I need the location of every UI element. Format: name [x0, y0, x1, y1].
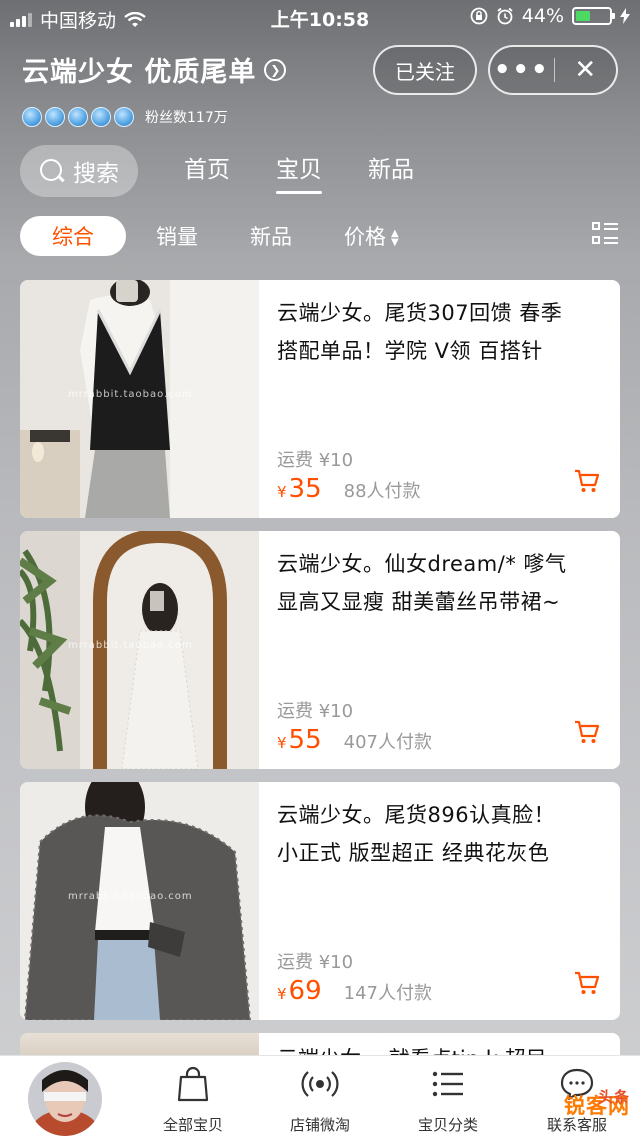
tab-home[interactable]: 首页: [184, 150, 230, 192]
product-price: 35: [288, 474, 322, 504]
product-title-line: 云端少女。仙女dream/* 嗲气: [277, 552, 567, 576]
product-title-line: 云端少女。尾货307回馈 春季: [277, 301, 563, 325]
bottom-tab-bar: 全部宝贝 店铺微淘 宝贝分类 联系客服: [0, 1055, 640, 1138]
close-button[interactable]: ✕: [554, 48, 616, 92]
tab-label: 店铺微淘: [289, 1116, 350, 1134]
search-icon: [39, 158, 65, 184]
shipping-fee: 运费 ¥10: [277, 701, 354, 722]
sold-count: 407人付款: [343, 732, 432, 753]
avatar-image: [28, 1062, 102, 1136]
currency-symbol: ¥: [277, 985, 287, 1003]
product-list: mrrabbit.taobao.com 云端少女。尾货307回馈 春季 搭配单品…: [20, 280, 620, 1073]
price-row: ¥ 55 407人付款: [277, 725, 432, 755]
crown-icon: [45, 107, 65, 127]
cart-icon[interactable]: [574, 468, 600, 494]
sold-count: 147人付款: [343, 983, 432, 1004]
product-image[interactable]: mrrabbit.taobao.com: [20, 782, 259, 1020]
product-info: 云端少女。尾货307回馈 春季 搭配单品！学院 V领 百搭针 运费 ¥10 ¥ …: [259, 280, 620, 518]
sold-count: 88人付款: [343, 481, 421, 502]
product-image[interactable]: mrrabbit.taobao.com: [20, 280, 259, 518]
product-title-line: 小正式 版型超正 经典花灰色: [277, 841, 550, 865]
tab-products[interactable]: 宝贝: [276, 150, 322, 194]
battery-icon: [572, 7, 615, 25]
cart-icon[interactable]: [574, 719, 600, 745]
shop-name[interactable]: 云端少女 优质尾单: [22, 50, 256, 89]
watermark-logo-sub: 头条: [597, 1088, 630, 1106]
product-title-line: 显高又显瘦 甜美蕾丝吊带裙~: [277, 590, 561, 614]
shop-avatar[interactable]: [28, 1062, 102, 1136]
cart-icon[interactable]: [574, 970, 600, 996]
image-watermark: mrrabbit.taobao.com: [68, 640, 193, 651]
tab-new[interactable]: 新品: [368, 150, 414, 192]
status-right: 44%: [470, 5, 630, 27]
search-button[interactable]: 搜索: [20, 145, 138, 197]
fans-count: 粉丝数117万: [145, 110, 228, 126]
battery-level: [576, 11, 591, 21]
broadcast-icon: [301, 1071, 339, 1097]
crown-icon: [114, 107, 134, 127]
sort-comprehensive[interactable]: 综合: [20, 216, 126, 256]
sort-arrows-icon: ▲ ▼: [391, 228, 399, 248]
sort-price-label: 价格: [344, 225, 386, 249]
product-card[interactable]: mrrabbit.taobao.com 云端少女。仙女dream/* 嗲气 显高…: [20, 531, 620, 769]
charging-icon: [620, 8, 630, 24]
mini-program-capsule: ••• ✕: [488, 45, 618, 95]
alarm-icon: [497, 7, 513, 25]
crown-icon: [68, 107, 88, 127]
rotation-lock-icon: [470, 7, 488, 25]
tab-categories[interactable]: 宝贝分类: [393, 1064, 503, 1135]
crown-icon: [91, 107, 111, 127]
list-icon: [432, 1071, 463, 1097]
battery-percent: 44%: [521, 5, 564, 27]
price-row: ¥ 69 147人付款: [277, 976, 432, 1006]
chevron-right-icon[interactable]: ❯: [264, 58, 287, 81]
shipping-fee: 运费 ¥10: [277, 450, 354, 471]
currency-symbol: ¥: [277, 483, 287, 501]
tab-label: 宝贝分类: [417, 1116, 478, 1134]
product-title-line: 搭配单品！学院 V领 百搭针: [277, 339, 543, 363]
price-row: ¥ 35 88人付款: [277, 474, 421, 504]
product-card[interactable]: mrrabbit.taobao.com 云端少女。尾货896认真脸！ 小正式 版…: [20, 782, 620, 1020]
image-watermark: mrrabbit.taobao.com: [68, 891, 193, 902]
shipping-fee: 运费 ¥10: [277, 952, 354, 973]
tab-label: 全部宝贝: [162, 1116, 223, 1134]
shop-rating: 粉丝数117万: [22, 107, 286, 127]
currency-symbol: ¥: [277, 734, 287, 752]
more-button[interactable]: •••: [490, 48, 554, 92]
site-watermark-logo: 锐客网 头条: [564, 1088, 630, 1120]
sort-sales[interactable]: 销量: [156, 221, 198, 251]
shopping-bag-icon: [177, 1066, 209, 1102]
search-label: 搜索: [73, 161, 119, 187]
product-price: 69: [288, 976, 322, 1006]
tab-shop-feed[interactable]: 店铺微淘: [265, 1064, 375, 1135]
list-layout-icon[interactable]: [592, 222, 618, 248]
product-price: 55: [288, 725, 322, 755]
image-watermark: mrrabbit.taobao.com: [68, 389, 193, 400]
product-image[interactable]: mrrabbit.taobao.com: [20, 531, 259, 769]
status-bar: 中国移动 上午10:58 44%: [0, 0, 640, 36]
sort-new[interactable]: 新品: [250, 221, 292, 251]
product-card[interactable]: mrrabbit.taobao.com 云端少女。尾货307回馈 春季 搭配单品…: [20, 280, 620, 518]
crown-icon: [22, 107, 42, 127]
follow-button[interactable]: 已关注: [373, 45, 477, 95]
product-info: 云端少女。尾货896认真脸！ 小正式 版型超正 经典花灰色 运费 ¥10 ¥ 6…: [259, 782, 620, 1020]
shop-nav: 搜索 首页 宝贝 新品: [20, 145, 414, 197]
shop-title-row[interactable]: 云端少女 优质尾单 ❯: [22, 50, 287, 89]
sort-price[interactable]: 价格 ▲ ▼: [344, 221, 399, 251]
shop-header: 云端少女 优质尾单 ❯ 粉丝数117万: [22, 50, 287, 127]
product-info: 云端少女。仙女dream/* 嗲气 显高又显瘦 甜美蕾丝吊带裙~ 运费 ¥10 …: [259, 531, 620, 769]
sort-bar: 综合 销量 新品 价格 ▲ ▼: [20, 216, 620, 256]
product-title-line: 云端少女。尾货896认真脸！: [277, 803, 556, 827]
tab-all-products[interactable]: 全部宝贝: [138, 1064, 248, 1135]
